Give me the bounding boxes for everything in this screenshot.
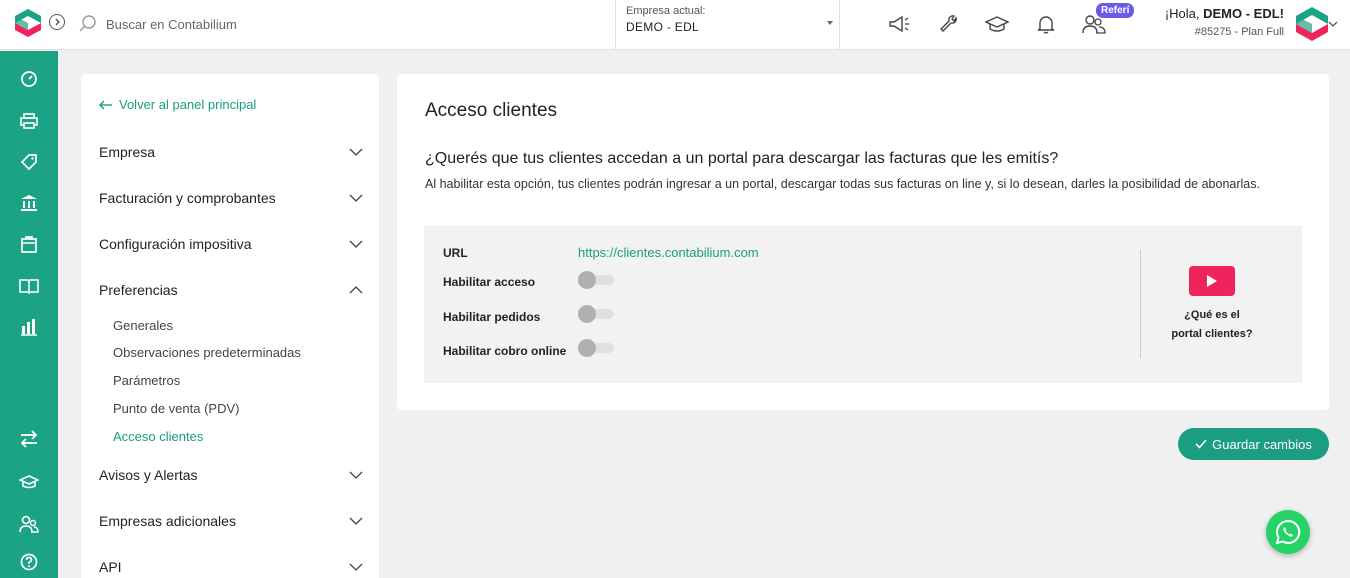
portal-question: ¿Querés que tus clientes accedan a un po… [425, 150, 1059, 167]
book-icon[interactable] [18, 275, 40, 297]
section-label: API [99, 559, 122, 575]
section-label: Facturación y comprobantes [99, 190, 276, 206]
section-label: Empresas adicionales [99, 513, 236, 529]
habilitar-pedidos-toggle[interactable] [578, 305, 614, 323]
back-to-dashboard-link[interactable]: Volver al panel principal [99, 97, 256, 112]
play-icon [1207, 275, 1217, 287]
sidebar-item-generales[interactable]: Generales [113, 318, 173, 333]
section-empresa[interactable]: Empresa [99, 142, 363, 162]
chevron-up-icon [349, 286, 363, 294]
video-caption-line2: portal clientes? [1171, 328, 1253, 340]
back-link-label: Volver al panel principal [119, 97, 257, 112]
user-plan: #85275 - Plan Full [1194, 26, 1284, 38]
contabilium-logo[interactable] [14, 8, 42, 38]
habilitar-acceso-toggle[interactable] [578, 271, 614, 289]
sidebar-toggle-button[interactable] [49, 14, 65, 30]
chevron-down-icon [349, 194, 363, 202]
chart-icon[interactable] [18, 316, 40, 338]
search-icon [79, 15, 96, 32]
user-info[interactable]: ¡Hola, DEMO - EDL! #85275 - Plan Full [1165, 6, 1284, 38]
portal-settings-box: URL https://clientes.contabilium.com Hab… [424, 226, 1302, 383]
company-selector[interactable]: Empresa actual: DEMO - EDL [615, 0, 840, 50]
vertical-divider [1140, 250, 1141, 358]
page-title: Acceso clientes [425, 100, 558, 121]
toggle-knob [578, 271, 596, 289]
chevron-down-icon[interactable] [1328, 20, 1338, 28]
chevron-right-icon [55, 18, 60, 26]
user-name: DEMO - EDL! [1203, 6, 1284, 21]
bank-icon[interactable] [18, 192, 40, 214]
help-icon[interactable] [18, 551, 40, 573]
section-label: Avisos y Alertas [99, 467, 198, 483]
acceso-clientes-card: Acceso clientes ¿Querés que tus clientes… [397, 74, 1329, 410]
habilitar-cobro-online-toggle[interactable] [578, 339, 614, 357]
transfer-icon[interactable] [18, 428, 40, 450]
bag-icon[interactable] [18, 233, 40, 255]
chevron-down-icon [349, 240, 363, 248]
play-video-button[interactable] [1189, 266, 1235, 296]
toggle-knob [578, 305, 596, 323]
toggle-knob [578, 339, 596, 357]
megaphone-icon[interactable] [888, 12, 912, 36]
sidebar-item-observaciones[interactable]: Observaciones predeterminadas [113, 345, 301, 360]
section-configuracion-impositiva[interactable]: Configuración impositiva [99, 234, 363, 254]
section-empresas-adicionales[interactable]: Empresas adicionales [99, 511, 363, 531]
section-label: Empresa [99, 144, 156, 160]
whatsapp-icon [1275, 519, 1301, 545]
check-icon [1195, 439, 1207, 449]
save-changes-button[interactable]: Guardar cambios [1178, 428, 1329, 460]
main-nav-rail [0, 51, 58, 578]
toggle-label: Habilitar cobro online [443, 344, 567, 358]
company-label: Empresa actual: [626, 5, 706, 17]
sidebar-item-acceso-clientes[interactable]: Acceso clientes [113, 429, 203, 444]
video-caption-line1: ¿Qué es el [1184, 309, 1240, 321]
section-api[interactable]: API [99, 557, 363, 577]
user-avatar-logo[interactable] [1295, 6, 1329, 42]
arrow-left-icon [99, 100, 112, 109]
section-label: Preferencias [99, 282, 178, 298]
portal-description: Al habilitar esta opción, tus clientes p… [425, 177, 1260, 191]
dashboard-icon[interactable] [18, 68, 40, 90]
search-bar [78, 10, 598, 38]
chevron-down-icon [349, 471, 363, 479]
chevron-down-icon [349, 517, 363, 525]
portal-url-link[interactable]: https://clientes.contabilium.com [578, 245, 759, 260]
academy-icon[interactable] [18, 471, 40, 493]
top-bar: Empresa actual: DEMO - EDL Referí ¡Hola,… [0, 0, 1350, 50]
greeting-prefix: ¡Hola, [1164, 6, 1204, 21]
section-label: Configuración impositiva [99, 236, 252, 252]
whatsapp-button[interactable] [1266, 510, 1310, 554]
graduation-cap-icon[interactable] [985, 12, 1009, 36]
chevron-down-icon [349, 563, 363, 571]
settings-sidebar: Volver al panel principal Empresa Factur… [81, 74, 379, 578]
video-caption[interactable]: ¿Qué es el portal clientes? [1152, 306, 1272, 344]
toggle-label: Habilitar pedidos [443, 310, 541, 324]
search-input[interactable] [106, 16, 506, 32]
caret-down-icon [827, 21, 833, 25]
url-label: URL [443, 246, 468, 260]
sidebar-item-parametros[interactable]: Parámetros [113, 373, 180, 388]
save-button-label: Guardar cambios [1212, 436, 1312, 452]
section-facturacion[interactable]: Facturación y comprobantes [99, 188, 363, 208]
bell-icon[interactable] [1034, 12, 1058, 36]
company-value: DEMO - EDL [626, 20, 700, 34]
sidebar-item-punto-de-venta[interactable]: Punto de venta (PDV) [113, 401, 239, 416]
toggle-label: Habilitar acceso [443, 275, 536, 289]
tag-icon[interactable] [18, 151, 40, 173]
wrench-icon[interactable] [937, 12, 961, 36]
section-avisos-alertas[interactable]: Avisos y Alertas [99, 465, 363, 485]
section-preferencias[interactable]: Preferencias [99, 280, 363, 300]
user-greeting: ¡Hola, DEMO - EDL! [1165, 6, 1284, 21]
printer-icon[interactable] [18, 110, 40, 132]
referi-badge[interactable]: Referí [1096, 3, 1135, 18]
chevron-down-icon [349, 148, 363, 156]
contacts-icon[interactable] [18, 513, 40, 535]
